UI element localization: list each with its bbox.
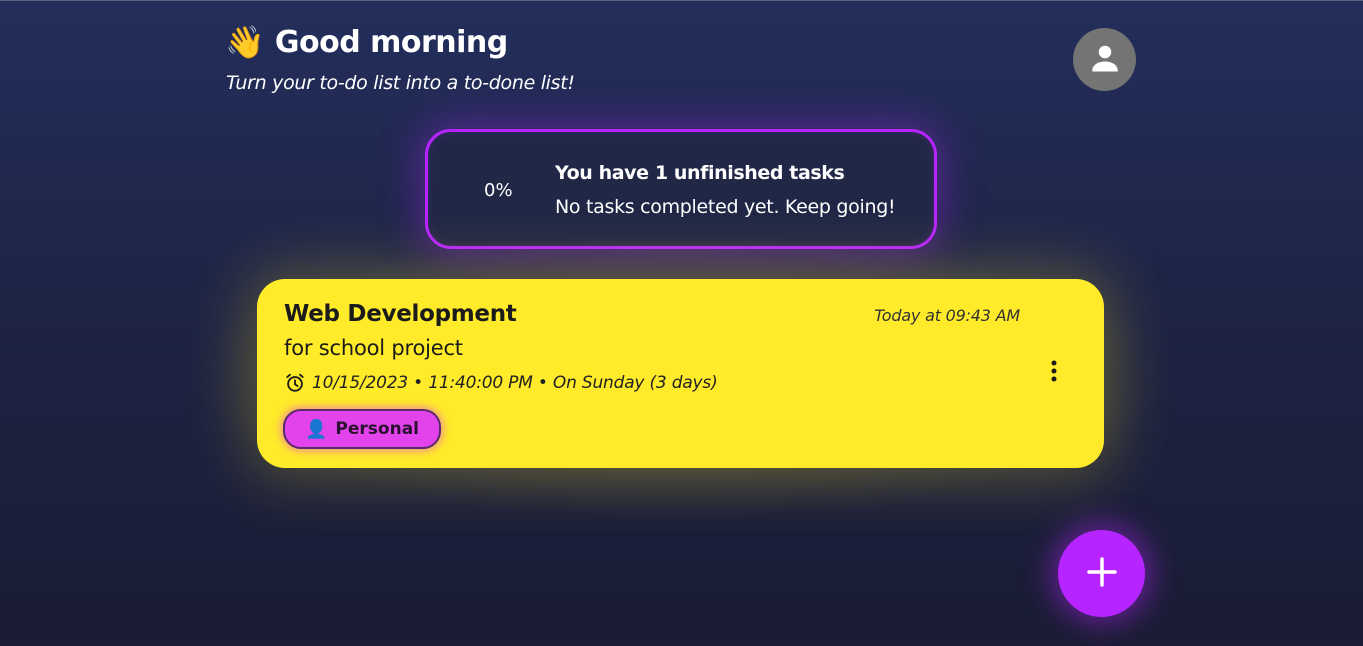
alarm-clock-icon [284,372,306,394]
task-card[interactable]: Web Development for school project Today… [257,279,1104,468]
add-task-button[interactable] [1058,530,1145,617]
task-deadline: 10/15/2023 • 11:40:00 PM • On Sunday (3 … [284,372,718,394]
progress-percentage: 0% [484,180,513,201]
unfinished-tasks-title: You have 1 unfinished tasks [555,162,845,184]
plus-icon [1086,556,1118,592]
task-created-date: Today at 09:43 AM [874,306,1020,325]
window-top-border [0,0,1363,1]
progress-message: No tasks completed yet. Keep going! [555,196,896,218]
user-icon [1087,40,1123,80]
greeting-header: 👋 Good morning [225,22,508,62]
task-description: for school project [284,336,463,360]
task-title: Web Development [284,301,517,327]
task-menu-button[interactable] [1044,360,1064,386]
task-deadline-text: 10/15/2023 • 11:40:00 PM • On Sunday (3 … [312,373,718,393]
greeting-title: Good morning [274,24,508,60]
greeting-subtitle: Turn your to-do list into a to-done list… [226,72,575,94]
person-icon: 👤 [305,418,328,440]
more-vertical-icon [1051,360,1057,386]
profile-avatar-button[interactable] [1073,28,1136,91]
category-chip-personal[interactable]: 👤 Personal [283,409,441,449]
waving-hand-icon: 👋 [225,23,265,61]
category-label: Personal [335,419,419,439]
